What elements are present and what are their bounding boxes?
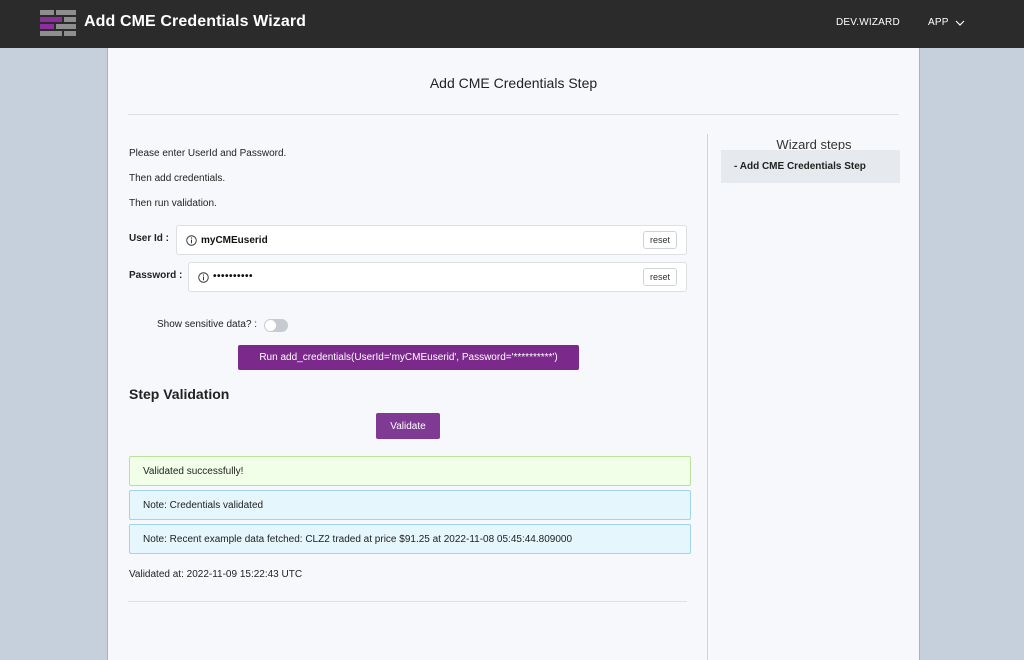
wizard-step-item[interactable]: - Add CME Credentials Step (721, 150, 900, 183)
userid-value: myCMEuserid (201, 235, 268, 246)
note-alert: Note: Recent example data fetched: CLZ2 … (129, 524, 691, 554)
divider (128, 601, 687, 602)
instruction-text: Please enter UserId and Password. (129, 148, 287, 159)
password-value: •••••••••• (213, 271, 254, 282)
validated-at-text: Validated at: 2022-11-09 15:22:43 UTC (129, 569, 303, 580)
step-validation-title: Step Validation (129, 386, 230, 402)
chevron-down-icon (955, 20, 965, 26)
info-icon (198, 272, 209, 283)
run-add-credentials-button[interactable]: Run add_credentials(UserId='myCMEuserid'… (238, 345, 579, 370)
validate-button[interactable]: Validate (376, 413, 440, 439)
show-sensitive-label: Show sensitive data? : (157, 319, 258, 330)
note-alert: Note: Credentials validated (129, 490, 691, 520)
nav-dev-wizard[interactable]: DEV.WIZARD (836, 17, 900, 28)
divider (128, 114, 899, 115)
success-alert: Validated successfully! (129, 456, 691, 486)
app-title: Add CME Credentials Wizard (84, 13, 307, 30)
wizard-panel: Add CME Credentials Step Please enter Us… (107, 48, 920, 660)
top-bar: Add CME Credentials Wizard DEV.WIZARD AP… (0, 0, 1024, 48)
toggle-knob (265, 320, 276, 331)
userid-label: User Id : (129, 233, 170, 244)
nav-app-label: APP (928, 17, 949, 28)
userid-reset-button[interactable]: reset (642, 231, 677, 249)
password-label: Password : (129, 270, 183, 281)
password-reset-button[interactable]: reset (642, 268, 677, 286)
info-icon (186, 235, 197, 246)
instruction-text: Then run validation. (129, 198, 217, 209)
nav-app-menu[interactable]: APP (928, 17, 965, 28)
column-divider (707, 134, 708, 660)
instruction-text: Then add credentials. (129, 173, 226, 184)
show-sensitive-toggle[interactable] (264, 319, 288, 332)
password-field[interactable]: •••••••••• reset (188, 262, 687, 292)
userid-field[interactable]: myCMEuserid reset (176, 225, 687, 255)
wizard-logo-icon (40, 10, 76, 36)
step-title: Add CME Credentials Step (429, 75, 598, 91)
